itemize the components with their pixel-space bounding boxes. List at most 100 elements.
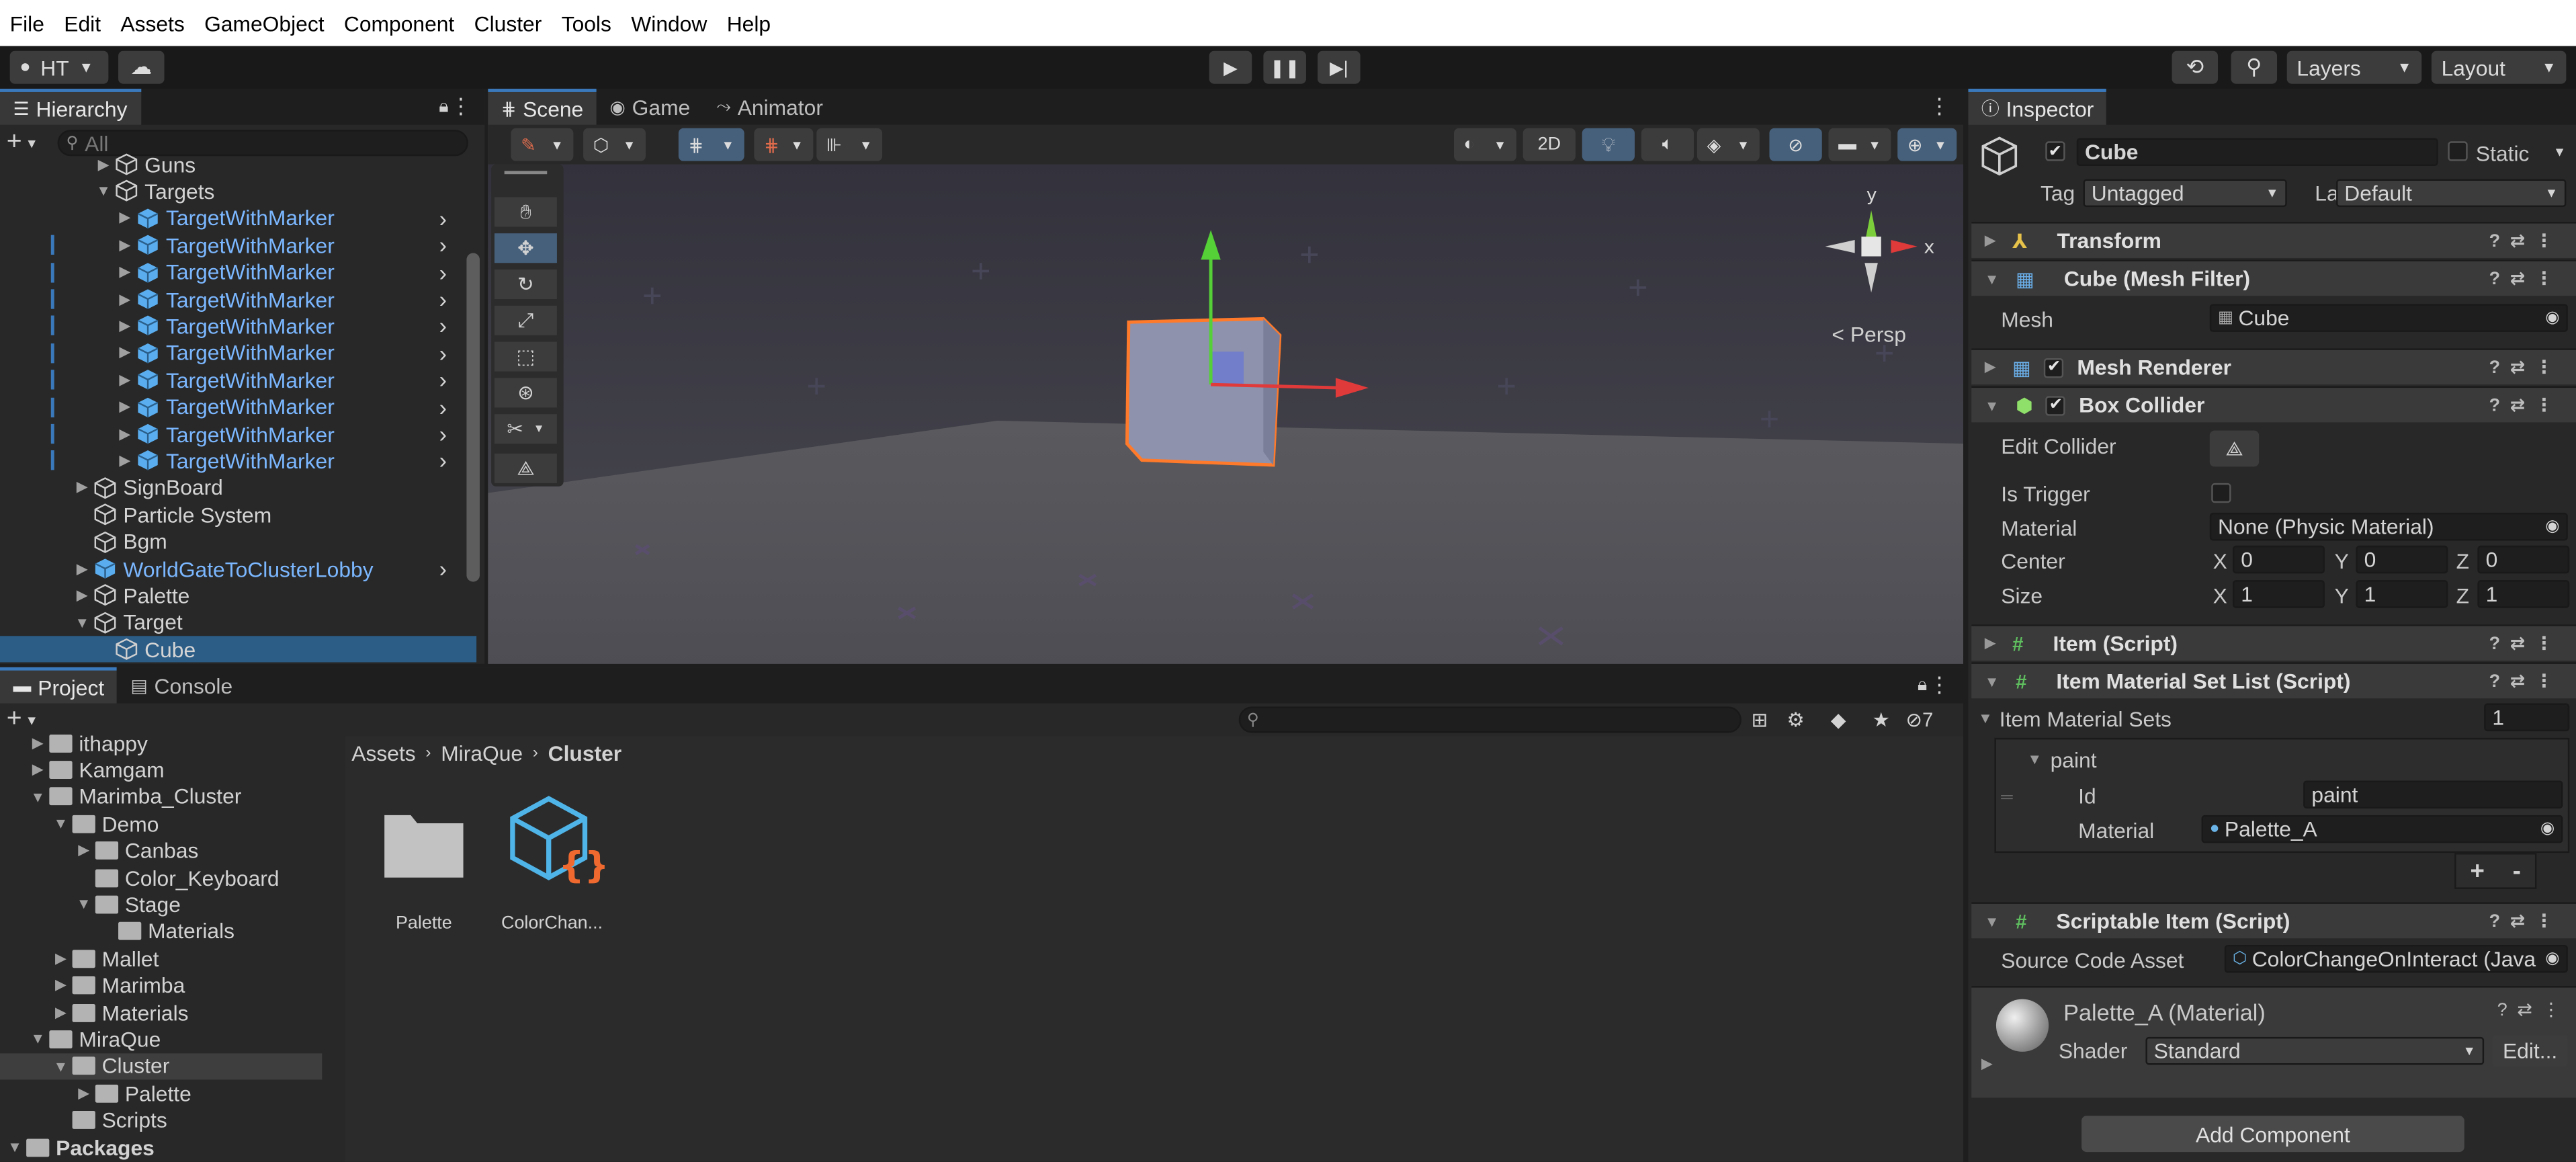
hierarchy-row[interactable]: ▶ TargetWithMarker › bbox=[0, 286, 476, 313]
chevron-down-icon[interactable]: ▼ bbox=[26, 136, 38, 151]
chevron-down-icon[interactable]: ▼ bbox=[52, 1058, 69, 1074]
persp-label[interactable]: < Persp bbox=[1832, 322, 1905, 347]
chevron-right-icon[interactable]: ▶ bbox=[74, 479, 90, 497]
hierarchy-row[interactable]: Particle System bbox=[0, 501, 476, 528]
project-tree-row[interactable]: ▶ ithappy bbox=[0, 730, 322, 756]
project-search-input[interactable]: ⚲ bbox=[1238, 706, 1742, 733]
move-tool-button[interactable]: ✥ bbox=[495, 233, 557, 263]
project-tree-row[interactable]: ▶ Mallet bbox=[0, 945, 322, 971]
project-tree-row[interactable]: ▼ Packages bbox=[0, 1134, 322, 1160]
edit-collider-tool-button[interactable]: ⟁ bbox=[495, 453, 557, 483]
project-tree-row[interactable]: Color_Keyboard bbox=[0, 864, 322, 890]
chevron-right-icon[interactable]: ▶ bbox=[74, 587, 90, 605]
more-menu-icon[interactable]: ⋮ bbox=[1929, 93, 1950, 120]
account-dropdown[interactable]: ● HT ▼ bbox=[9, 50, 109, 84]
chevron-down-icon[interactable]: ▼ bbox=[75, 897, 91, 913]
hierarchy-row[interactable]: ▶ TargetWithMarker › bbox=[0, 367, 476, 393]
breadcrumb-cluster[interactable]: Cluster bbox=[548, 741, 622, 765]
chevron-down-icon[interactable]: ▼ bbox=[30, 1031, 46, 1047]
chevron-right-icon[interactable]: ▶ bbox=[95, 155, 112, 173]
snap-increment-button[interactable]: ⋕ ▼ bbox=[754, 128, 814, 161]
effects-dropdown[interactable]: ◈ ▼ bbox=[1697, 128, 1760, 161]
project-tree-row[interactable]: ▶ Materials bbox=[0, 999, 322, 1026]
chevron-right-icon[interactable]: ▶ bbox=[75, 1084, 91, 1102]
search-button[interactable]: ⚲ bbox=[2231, 50, 2278, 84]
transform-tool-button[interactable]: ⊛ bbox=[495, 378, 557, 408]
label-icon[interactable]: ◆ bbox=[1820, 704, 1856, 737]
hierarchy-row[interactable]: ▶ TargetWithMarker › bbox=[0, 313, 476, 339]
gizmos-dropdown[interactable]: ⊕ ▼ bbox=[1897, 128, 1957, 161]
hierarchy-row[interactable]: ▼ Targets bbox=[0, 178, 476, 204]
asset-palette-folder[interactable]: Palette bbox=[378, 798, 470, 933]
breadcrumb-miraque[interactable]: MiraQue bbox=[441, 741, 523, 765]
chevron-right-icon[interactable]: ▶ bbox=[117, 371, 133, 389]
chevron-down-icon[interactable]: ▼ bbox=[7, 1139, 23, 1155]
breadcrumb-assets[interactable]: Assets bbox=[351, 741, 415, 765]
grid-snap-button[interactable]: ⋕ ▼ bbox=[678, 128, 744, 161]
menu-item-assets[interactable]: Assets bbox=[111, 11, 195, 36]
tab-hierarchy[interactable]: ☰ Hierarchy bbox=[0, 89, 141, 125]
chevron-down-icon[interactable]: ▼ bbox=[52, 815, 69, 831]
menu-item-file[interactable]: File bbox=[0, 11, 54, 36]
chevron-right-icon[interactable]: › bbox=[439, 205, 447, 231]
menu-item-gameobject[interactable]: GameObject bbox=[194, 11, 334, 36]
project-tree-scrollbar[interactable] bbox=[325, 739, 342, 1162]
chevron-right-icon[interactable]: ▶ bbox=[52, 950, 69, 968]
chevron-right-icon[interactable]: › bbox=[439, 340, 447, 366]
undo-history-button[interactable]: ⟲ bbox=[2172, 50, 2219, 84]
shading-mode-dropdown[interactable]: ◐ ▼ bbox=[1454, 128, 1516, 161]
hierarchy-row[interactable]: ▶ TargetWithMarker › bbox=[0, 205, 476, 231]
camera-dropdown[interactable]: ▬ ▼ bbox=[1828, 128, 1891, 161]
hierarchy-row[interactable]: ▶ SignBoard bbox=[0, 474, 476, 501]
scene-visibility-button[interactable]: ⊘ bbox=[1769, 128, 1822, 161]
ruler-button[interactable]: ⊪ ▼ bbox=[816, 128, 883, 161]
chevron-right-icon[interactable]: ▶ bbox=[117, 344, 133, 362]
chevron-down-icon[interactable]: ▼ bbox=[74, 614, 90, 630]
tab-animator[interactable]: ⤳ Animator bbox=[703, 89, 836, 125]
2d-toggle-button[interactable]: 2D bbox=[1522, 128, 1576, 161]
drag-handle-icon[interactable] bbox=[504, 171, 548, 175]
project-tree-row[interactable]: ▶ Palette bbox=[0, 1080, 322, 1106]
chevron-right-icon[interactable]: › bbox=[439, 313, 447, 339]
cloud-button[interactable]: ☁ bbox=[118, 50, 165, 84]
tab-console[interactable]: ▤ Console bbox=[118, 667, 246, 704]
tab-scene[interactable]: ⋕ Scene bbox=[488, 89, 597, 125]
project-tree-row[interactable]: Scripts bbox=[0, 1107, 322, 1133]
project-tree-row[interactable]: ▶ Kamgam bbox=[0, 757, 322, 783]
asset-script[interactable]: {} ColorChan... bbox=[499, 795, 610, 933]
view-options-dropdown[interactable]: ⬡ ▼ bbox=[583, 128, 646, 161]
chevron-right-icon[interactable]: ▶ bbox=[117, 236, 133, 254]
project-tree-row[interactable]: ▶ Marimba bbox=[0, 972, 322, 999]
chevron-right-icon[interactable]: ▶ bbox=[117, 290, 133, 308]
chevron-down-icon[interactable]: ▼ bbox=[26, 712, 38, 727]
custom-tool-button[interactable]: ✂ ▼ bbox=[495, 414, 557, 444]
chevron-right-icon[interactable]: ▶ bbox=[30, 734, 46, 752]
hierarchy-row[interactable]: ▶ TargetWithMarker › bbox=[0, 340, 476, 366]
menu-item-component[interactable]: Component bbox=[334, 11, 464, 36]
more-menu-icon[interactable]: ⋮ bbox=[450, 93, 472, 120]
menu-item-edit[interactable]: Edit bbox=[54, 11, 111, 36]
play-button[interactable]: ▶ bbox=[1209, 50, 1252, 84]
tab-project[interactable]: ▬ Project bbox=[0, 667, 118, 704]
menu-item-tools[interactable]: Tools bbox=[552, 11, 621, 36]
hierarchy-row[interactable]: ▶ Palette bbox=[0, 583, 476, 609]
hierarchy-row[interactable]: ▶ Guns bbox=[0, 151, 476, 177]
hierarchy-row[interactable]: ▶ TargetWithMarker › bbox=[0, 259, 476, 285]
project-tree-row[interactable]: ▼ Cluster bbox=[0, 1052, 323, 1079]
chevron-right-icon[interactable]: ▶ bbox=[75, 841, 91, 860]
rotate-tool-button[interactable]: ↻ bbox=[495, 269, 557, 300]
hierarchy-row[interactable]: ▶ WorldGateToClusterLobby › bbox=[0, 555, 476, 581]
hierarchy-row[interactable]: ▼ Target bbox=[0, 610, 476, 636]
scene-viewport[interactable]: ✋︎ ✥ ↻ ⤢ ⬚ ⊛ ✂ ▼ ⟁ y x < Persp bbox=[488, 164, 1964, 664]
chevron-right-icon[interactable]: ▶ bbox=[117, 317, 133, 335]
chevron-right-icon[interactable]: › bbox=[439, 421, 447, 447]
layout-dropdown[interactable]: Layout ▼ bbox=[2431, 50, 2567, 84]
chevron-down-icon[interactable]: ▼ bbox=[95, 183, 112, 199]
menu-item-help[interactable]: Help bbox=[717, 11, 781, 36]
chevron-right-icon[interactable]: › bbox=[439, 232, 447, 258]
hand-tool-button[interactable]: ✋︎ bbox=[495, 197, 557, 227]
lighting-toggle-button[interactable]: 💡︎ bbox=[1582, 128, 1635, 161]
chevron-right-icon[interactable]: › bbox=[439, 367, 447, 393]
project-tree-row[interactable]: ▶ Canbas bbox=[0, 837, 322, 864]
hierarchy-row[interactable]: ▶ TargetWithMarker › bbox=[0, 232, 476, 258]
